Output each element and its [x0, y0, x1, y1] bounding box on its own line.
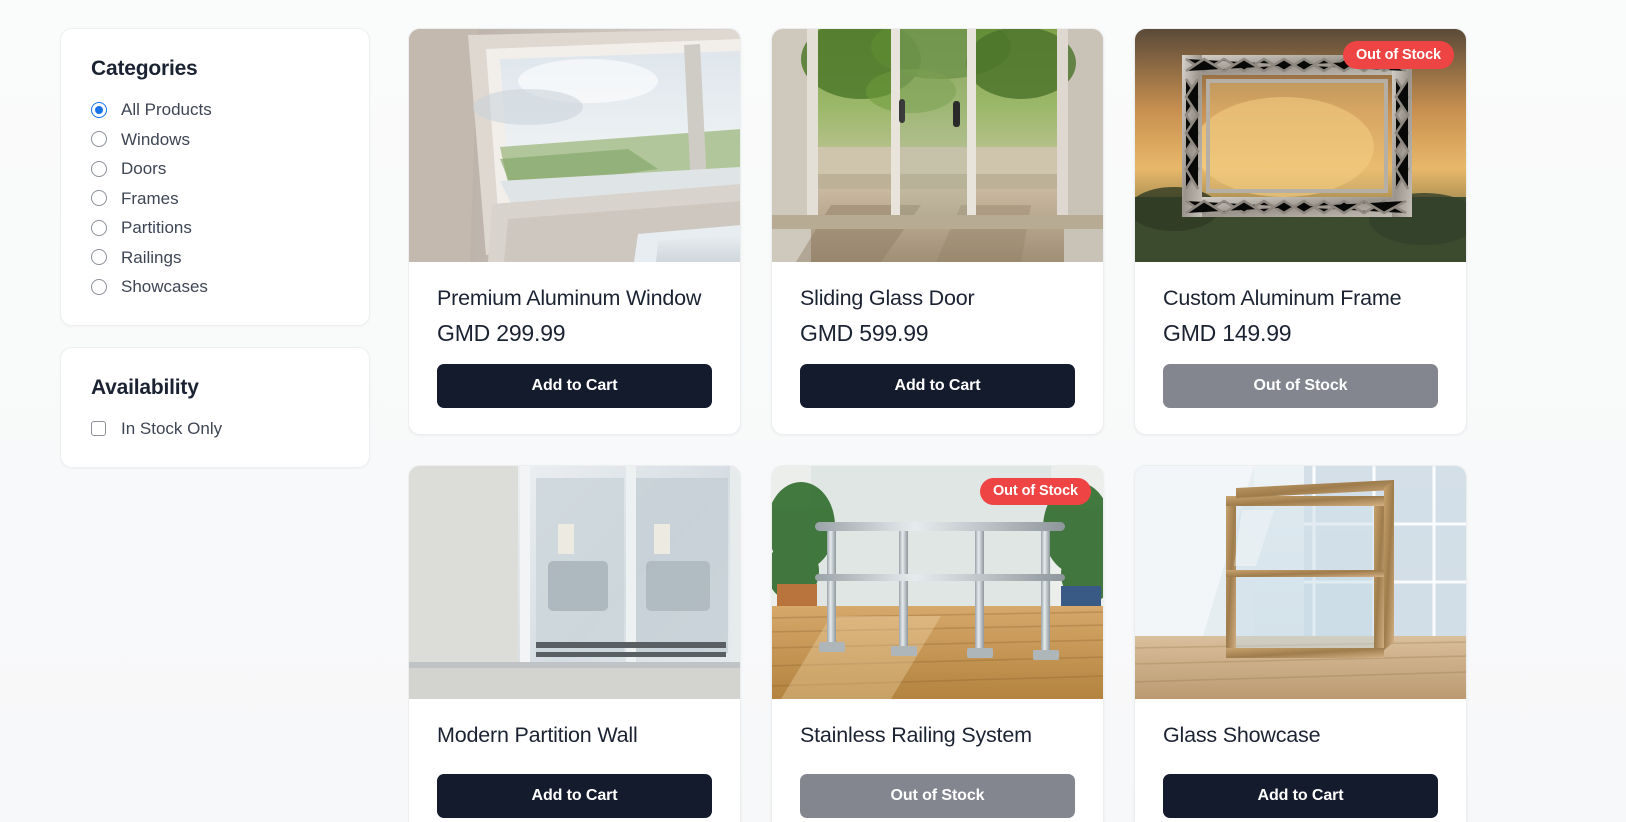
add-to-cart-button[interactable]: Add to Cart — [437, 773, 712, 818]
product-card-body: Sliding Glass Door GMD 599.99 Add to Car… — [772, 262, 1103, 434]
category-option-frames[interactable]: Frames — [91, 190, 339, 207]
category-radio-group[interactable]: All Products Windows Doors Frames Partit — [91, 101, 339, 295]
category-label: Doors — [121, 159, 167, 178]
product-title: Modern Partition Wall — [437, 722, 638, 747]
product-grid-container: Premium Aluminum Window GMD 299.99 Add t… — [408, 28, 1504, 822]
product-title: Glass Showcase — [1163, 722, 1321, 747]
product-card-body: Stainless Railing System Out of Stock — [772, 699, 1103, 822]
product-card-body: Glass Showcase Add to Cart — [1135, 699, 1466, 822]
out-of-stock-badge: Out of Stock — [1343, 41, 1454, 69]
product-image: Out of Stock — [772, 465, 1103, 699]
add-to-cart-button[interactable]: Add to Cart — [1163, 773, 1438, 818]
product-image — [409, 29, 740, 262]
availability-panel: Availability In Stock Only — [60, 347, 370, 468]
out-of-stock-button: Out of Stock — [1163, 363, 1438, 408]
product-image — [772, 29, 1103, 262]
filters-sidebar: Categories All Products Windows Doors Fr… — [60, 28, 370, 468]
category-label: Partitions — [121, 218, 192, 237]
product-image — [409, 465, 740, 699]
sliding-glass-door-photo — [772, 29, 1103, 262]
radio-icon[interactable] — [91, 131, 107, 147]
product-card-body: Custom Aluminum Frame GMD 149.99 Out of … — [1135, 262, 1466, 434]
product-title: Sliding Glass Door — [800, 286, 975, 310]
product-price: GMD 149.99 — [1163, 319, 1292, 346]
categories-panel: Categories All Products Windows Doors Fr… — [60, 28, 370, 326]
availability-title: Availability — [91, 376, 199, 399]
in-stock-only-checkbox-row[interactable]: In Stock Only — [91, 420, 339, 437]
product-price: GMD 599.99 — [800, 319, 929, 346]
partition-wall-photo — [409, 465, 740, 699]
category-label: Showcases — [121, 277, 208, 296]
glass-showcase-photo — [1135, 465, 1466, 699]
category-label: Windows — [121, 129, 190, 149]
radio-icon[interactable] — [91, 190, 107, 206]
checkbox-icon[interactable] — [91, 421, 106, 436]
product-grid: Premium Aluminum Window GMD 299.99 Add t… — [408, 28, 1504, 822]
categories-title: Categories — [91, 57, 198, 80]
category-option-windows[interactable]: Windows — [91, 131, 339, 148]
product-card-body: Premium Aluminum Window GMD 299.99 Add t… — [409, 262, 740, 434]
product-card[interactable]: Out of Stock Stainless Railing System Ou… — [771, 464, 1104, 822]
radio-icon[interactable] — [91, 219, 107, 236]
product-image — [1135, 465, 1466, 699]
out-of-stock-badge: Out of Stock — [980, 477, 1091, 506]
product-card[interactable]: Out of Stock Custom Aluminum Frame GMD 1… — [1134, 28, 1467, 435]
product-title: Custom Aluminum Frame — [1163, 286, 1402, 310]
product-catalog-page: Categories All Products Windows Doors Fr… — [0, 0, 1626, 822]
category-option-partitions[interactable]: Partitions — [91, 219, 339, 236]
aluminum-window-photo — [409, 29, 740, 262]
product-price: GMD 299.99 — [437, 319, 566, 346]
category-option-doors[interactable]: Doors — [91, 160, 339, 177]
add-to-cart-button[interactable]: Add to Cart — [437, 363, 712, 408]
product-card[interactable]: Glass Showcase Add to Cart — [1134, 464, 1467, 822]
radio-icon[interactable] — [91, 249, 107, 265]
product-card[interactable]: Sliding Glass Door GMD 599.99 Add to Car… — [771, 28, 1104, 435]
product-card-body: Modern Partition Wall Add to Cart — [409, 699, 740, 822]
product-image: Out of Stock — [1135, 29, 1466, 262]
product-card[interactable]: Premium Aluminum Window GMD 299.99 Add t… — [408, 28, 741, 435]
in-stock-only-label: In Stock Only — [121, 419, 223, 438]
product-title: Stainless Railing System — [800, 722, 1032, 747]
add-to-cart-button[interactable]: Add to Cart — [800, 363, 1075, 408]
category-label: Frames — [121, 188, 179, 208]
product-title: Premium Aluminum Window — [437, 286, 702, 310]
category-option-showcases[interactable]: Showcases — [91, 278, 339, 295]
category-label: All Products — [121, 100, 212, 119]
product-card[interactable]: Modern Partition Wall Add to Cart — [408, 464, 741, 822]
radio-icon[interactable] — [91, 160, 107, 177]
radio-icon[interactable] — [91, 278, 107, 295]
out-of-stock-button: Out of Stock — [800, 773, 1075, 818]
category-option-railings[interactable]: Railings — [91, 249, 339, 266]
radio-icon[interactable] — [91, 101, 107, 118]
category-label: Railings — [121, 247, 182, 267]
category-option-all-products[interactable]: All Products — [91, 101, 339, 118]
